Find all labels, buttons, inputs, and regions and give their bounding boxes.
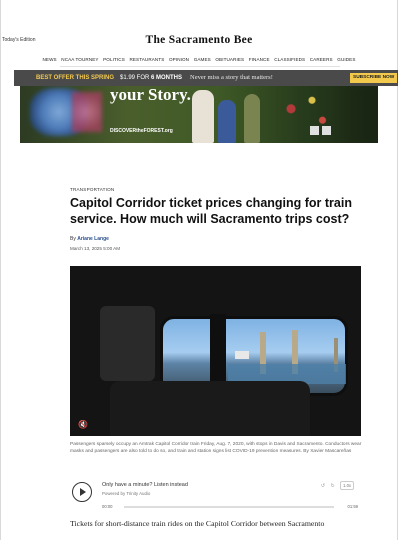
article-body-paragraph: Tickets for short-distance train rides o… [70,519,325,528]
article-lead-video[interactable]: 🔇 [70,266,361,436]
ad-figure [244,94,260,143]
nav-item-games[interactable]: GAMES [194,57,211,62]
forest-service-logo [322,126,331,135]
boat [235,351,249,359]
ad-edge-fade [338,86,378,143]
offer-lead: BEST OFFER THIS SPRING [36,74,115,81]
article-byline: By Ariane Lange [70,236,109,242]
audio-controls: ↺ ↻ 1.0x [317,481,354,490]
subscribe-now-button[interactable]: SUBSCRIBE NOW [350,73,398,83]
offer-pitch: Never miss a story that matters! [190,74,273,81]
ad-tagline: DISCOVERtheFOREST.org [110,128,173,134]
ad-figure [218,100,236,143]
ad-council-logo [310,126,319,135]
article-date: March 13, 2025 5:00 AM [70,246,121,251]
audio-progress-bar[interactable] [124,506,334,508]
forward-icon[interactable]: ↻ [330,483,334,489]
article-section-kicker[interactable]: TRANSPORTATION [70,187,114,192]
audio-time-end: 01:59 [347,504,358,509]
ad-image-blur-accent [72,92,102,132]
photo-caption: Passengers sparsely occupy an Amtrak Cap… [70,442,362,455]
nav-item-politics[interactable]: POLITICS [103,57,125,62]
main-nav: NEWS NCAA TOURNEY POLITICS RESTAURANTS O… [0,57,398,62]
nav-item-guides[interactable]: GUIDES [337,57,355,62]
article-headline: Capitol Corridor ticket prices changing … [70,196,352,226]
top-bar: Today's Edition The Sacramento Bee [0,34,398,48]
playback-speed-button[interactable]: 1.0x [340,481,354,490]
nav-item-ncaa-tourney[interactable]: NCAA TOURNEY [61,57,98,62]
ad-logos [310,126,334,137]
audio-title: Only have a minute? Listen instead [102,482,188,488]
nav-item-obituaries[interactable]: OBITUARIES [215,57,244,62]
speaker-muted-icon[interactable]: 🔇 [78,420,88,429]
offer-banner[interactable]: BEST OFFER THIS SPRING $1.99 FOR 6 MONTH… [14,70,398,86]
offer-price-term: 6 MONTHS [151,74,183,81]
advertisement-banner[interactable]: your Story. DISCOVERtheFOREST.org [20,86,378,143]
audio-powered-by: Powered by Trinity Audio [102,491,151,496]
nav-item-classifieds[interactable]: CLASSIFIEDS [274,57,305,62]
rewind-icon[interactable]: ↺ [321,483,325,489]
offer-price: $1.99 FOR 6 MONTHS [120,75,182,81]
nav-item-opinion[interactable]: OPINION [169,57,189,62]
train-interior-wall [100,306,155,381]
ad-figure [192,90,214,143]
nav-item-finance[interactable]: FINANCE [249,57,270,62]
play-button[interactable] [72,482,92,502]
nav-item-careers[interactable]: CAREERS [310,57,333,62]
ad-headline: your Story. [110,86,191,104]
nav-item-news[interactable]: NEWS [43,57,57,62]
author-link[interactable]: Ariane Lange [77,236,109,242]
nav-item-restaurants[interactable]: RESTAURANTS [129,57,164,62]
nav-divider [60,66,340,67]
audio-time-start: 00:00 [102,504,113,509]
train-seat [110,381,310,436]
offer-price-prefix: $1.99 FOR [120,74,152,81]
audio-player: Only have a minute? Listen instead Power… [70,478,362,512]
masthead-logo[interactable]: The Sacramento Bee [0,34,398,46]
